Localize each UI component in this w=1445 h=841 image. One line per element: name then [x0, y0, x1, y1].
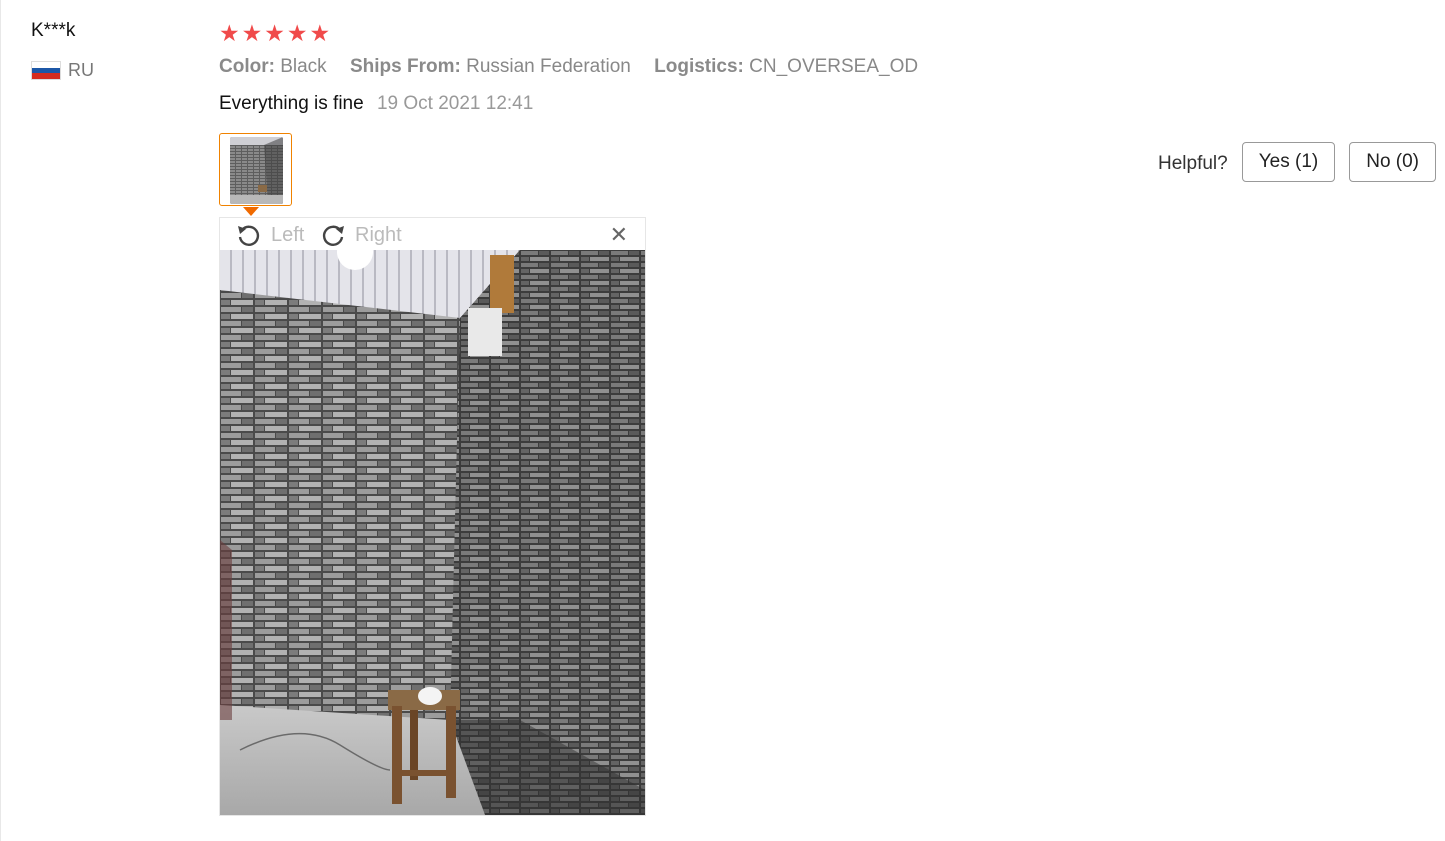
attribute-color: Color: Black: [219, 56, 327, 77]
reviewer-country: RU: [31, 60, 94, 81]
helpful-votes: Helpful? Yes (1) No (0): [1158, 142, 1437, 182]
rotate-left-button[interactable]: Left: [235, 221, 304, 249]
review-photo: [220, 250, 645, 815]
star-icon: ★: [219, 20, 240, 46]
helpful-label: Helpful?: [1158, 153, 1228, 174]
reviewer-name: K***k: [31, 20, 76, 41]
russia-flag-icon: [31, 61, 61, 80]
star-icon: ★: [241, 20, 263, 46]
review-body: Everything is fine 19 Oct 2021 12:41: [219, 93, 533, 115]
attribute-ships-from: Ships From: Russian Federation: [349, 56, 631, 77]
left-divider: [0, 0, 1, 841]
star-icon: ★: [264, 20, 285, 46]
close-icon[interactable]: ✕: [610, 222, 628, 248]
thumbnail-image: [230, 137, 283, 204]
thumbnail-pointer: [243, 207, 259, 216]
review-date: 19 Oct 2021 12:41: [376, 93, 534, 114]
rotate-left-icon: [238, 225, 260, 246]
star-icon: ★: [309, 20, 331, 46]
rotate-right-label: Right: [355, 223, 402, 246]
helpful-yes-button[interactable]: Yes (1): [1241, 142, 1336, 182]
review-text: Everything is fine: [219, 93, 364, 114]
review-photo-thumbnail[interactable]: [219, 133, 292, 206]
viewer-toolbar: Left Right ✕: [220, 218, 645, 250]
rotate-right-icon: [322, 225, 344, 246]
attribute-logistics: Logistics: CN_OVERSEA_OD: [654, 56, 919, 77]
review-attributes: Color: Black Ships From: Russian Federat…: [219, 56, 936, 78]
helpful-no-button[interactable]: No (0): [1349, 142, 1437, 182]
star-rating: ★ ★ ★ ★ ★: [219, 20, 330, 46]
country-code: RU: [68, 60, 94, 80]
rotate-left-label: Left: [271, 223, 305, 246]
photo-viewer: Left Right ✕: [219, 217, 646, 816]
star-icon: ★: [286, 20, 308, 46]
rotate-right-button[interactable]: Right: [319, 221, 402, 249]
